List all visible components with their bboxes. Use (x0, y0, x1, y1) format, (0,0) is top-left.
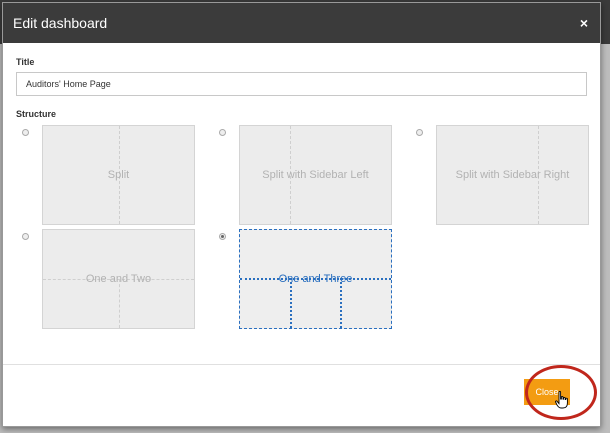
title-label: Title (16, 57, 35, 67)
layout-label-one-and-three: One and Three (278, 273, 353, 285)
layout-radio-sidebar-right[interactable] (416, 129, 423, 136)
layout-radio-sidebar-left[interactable] (219, 129, 226, 136)
structure-options: Split Split with Sidebar Left Split with… (16, 125, 589, 355)
hand-pointer-icon (555, 391, 569, 414)
edit-dashboard-dialog: Edit dashboard × Title Structure Split S… (2, 2, 601, 427)
layout-thumb-one-and-three[interactable]: One and Three (239, 229, 392, 329)
layout-label-split: Split (107, 169, 130, 181)
dialog-header: Edit dashboard × (3, 3, 600, 43)
close-icon[interactable]: × (580, 16, 588, 30)
layout-radio-one-and-two[interactable] (22, 233, 29, 240)
dialog-footer: Close (3, 364, 600, 426)
layout-thumb-sidebar-left[interactable]: Split with Sidebar Left (239, 125, 392, 225)
layout-label-sidebar-left: Split with Sidebar Left (262, 169, 369, 181)
layout-radio-split[interactable] (22, 129, 29, 136)
layout-option-one-and-three[interactable]: One and Three (219, 229, 429, 329)
layout-option-sidebar-right[interactable]: Split with Sidebar Right (416, 125, 610, 225)
layout-option-sidebar-left[interactable]: Split with Sidebar Left (219, 125, 429, 225)
layout-thumb-split[interactable]: Split (42, 125, 195, 225)
layout-label-one-and-two: One and Two (85, 273, 152, 285)
layout-label-sidebar-right: Split with Sidebar Right (455, 169, 570, 181)
layout-option-one-and-two[interactable]: One and Two (22, 229, 232, 329)
layout-thumb-one-and-two[interactable]: One and Two (42, 229, 195, 329)
dialog-body: Title Structure Split Split with Sidebar… (3, 43, 600, 365)
structure-label: Structure (16, 109, 57, 119)
thumb-divider (340, 278, 342, 328)
thumb-divider (119, 279, 120, 328)
title-input[interactable] (16, 72, 587, 96)
layout-radio-one-and-three[interactable] (219, 233, 226, 240)
dialog-title: Edit dashboard (13, 15, 108, 31)
layout-option-split[interactable]: Split (22, 125, 232, 225)
thumb-divider (290, 278, 292, 328)
layout-thumb-sidebar-right[interactable]: Split with Sidebar Right (436, 125, 589, 225)
